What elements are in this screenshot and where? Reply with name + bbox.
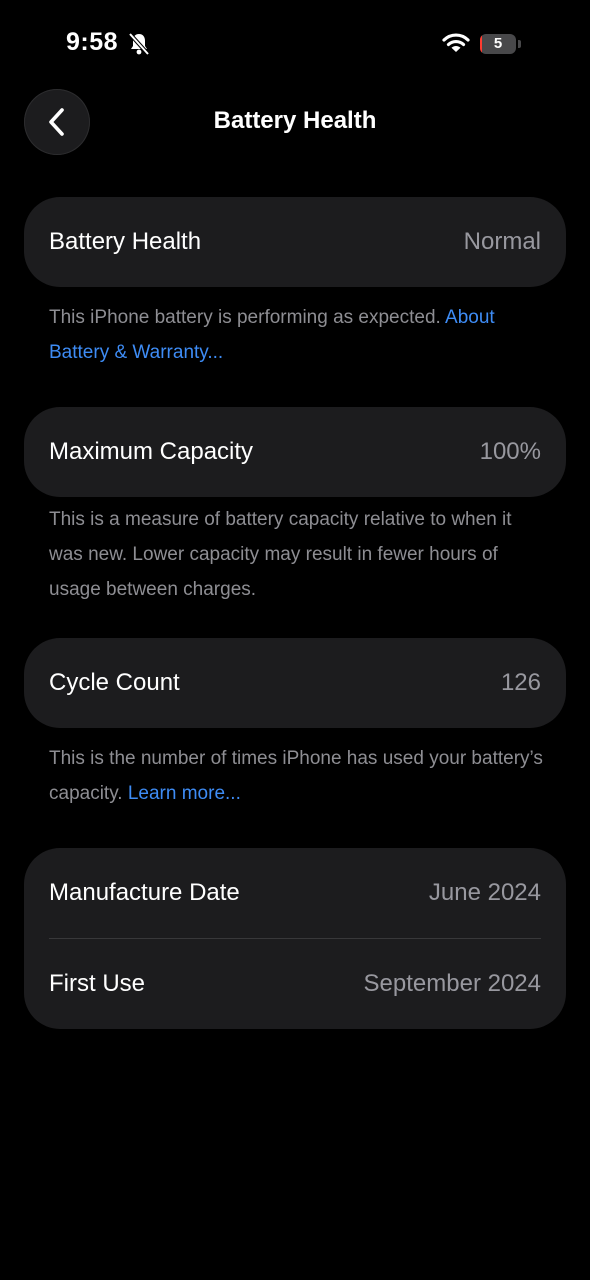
status-bar: 9:58 5 [0,0,590,88]
maximum-capacity-row: Maximum Capacity 100% [24,407,566,497]
maximum-capacity-footnote: This is a measure of battery capacity re… [49,509,512,600]
manufacture-date-value: June 2024 [428,879,541,906]
manufacture-date-label: Manufacture Date [49,879,240,906]
manufacture-date-row: Manufacture Date June 2024 [24,848,566,938]
battery-health-row: Battery Health Normal [24,197,566,287]
cycle-count-label: Cycle Count [49,669,180,696]
learn-more-link[interactable]: Learn more... [128,783,241,804]
wifi-icon [442,33,470,52]
first-use-row: First Use September 2024 [24,939,566,1029]
battery-health-label: Battery Health [49,228,202,255]
battery-health-footnote: This iPhone battery is performing as exp… [49,300,549,370]
cycle-count-row: Cycle Count 126 [24,638,566,728]
bell-slash-icon [128,32,150,56]
maximum-capacity-value: 100% [479,438,541,465]
dates-card: Manufacture Date June 2024 First Use Sep… [24,848,566,1029]
status-time: 9:58 [66,28,119,56]
cycle-count-value: 126 [500,669,541,696]
first-use-value: September 2024 [363,970,541,997]
battery-icon: 5 [480,34,516,54]
cycle-count-footnote: This is the number of times iPhone has u… [49,741,549,811]
battery-level-text: 5 [493,35,503,52]
cycle-count-card: Cycle Count 126 [24,638,566,728]
first-use-label: First Use [49,970,145,997]
battery-health-value: Normal [463,228,541,255]
battery-nub [518,40,521,48]
cycle-count-footnote-text: This is the number of times iPhone has u… [49,748,543,804]
battery-health-card: Battery Health Normal [24,197,566,287]
page-title: Battery Health [213,107,377,134]
maximum-capacity-label: Maximum Capacity [49,438,254,465]
battery-health-footnote-text: This iPhone battery is performing as exp… [49,307,441,328]
maximum-capacity-card: Maximum Capacity 100% [24,407,566,497]
